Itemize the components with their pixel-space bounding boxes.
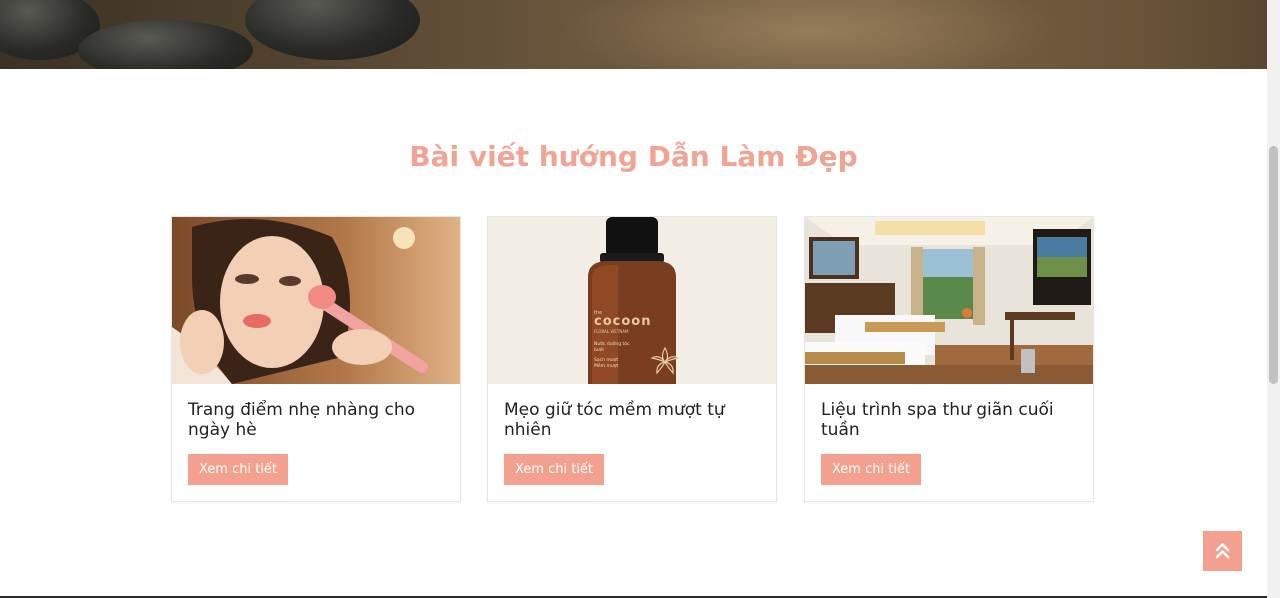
hero-stone [78, 20, 253, 69]
scrollbar-thumb[interactable] [1269, 146, 1278, 384]
post-image-hair-care[interactable]: the cocoon FLORAL VIETNAM Nước dưỡng tóc… [488, 217, 776, 384]
hero-image [0, 0, 1267, 69]
product-tagline-text: FLORAL VIETNAM [594, 329, 629, 334]
hotel-room-illustration [805, 217, 1093, 384]
makeup-portrait-illustration [172, 217, 460, 384]
back-to-top-button[interactable] [1203, 531, 1242, 571]
post-card: the cocoon FLORAL VIETNAM Nước dưỡng tóc… [487, 216, 777, 502]
hero-highlight [560, 0, 1060, 69]
double-chevron-up-icon [1215, 543, 1230, 559]
post-image-makeup[interactable] [172, 217, 460, 384]
post-title[interactable]: Mẹo giữ tóc mềm mượt tự nhiên [504, 400, 754, 440]
product-line-1: Nước dưỡng tóc [594, 340, 630, 347]
post-image-spa-room[interactable] [805, 217, 1093, 384]
post-title[interactable]: Trang điểm nhẹ nhàng cho ngày hè [188, 400, 438, 440]
view-details-button[interactable]: Xem chi tiết [821, 454, 921, 485]
hero-stone [245, 0, 420, 60]
post-card: Liệu trình spa thư giãn cuối tuần Xem ch… [804, 216, 1094, 502]
section-title: Bài viết hướng Dẫn Làm Đẹp [409, 140, 858, 173]
view-details-button[interactable]: Xem chi tiết [504, 454, 604, 485]
hair-product-illustration: the cocoon FLORAL VIETNAM Nước dưỡng tóc… [488, 217, 776, 384]
product-line-2: bưởi [594, 346, 604, 353]
scrollbar[interactable] [1267, 0, 1280, 598]
view-details-button[interactable]: Xem chi tiết [188, 454, 288, 485]
post-title[interactable]: Liệu trình spa thư giãn cuối tuần [821, 400, 1071, 440]
product-brand-text: cocoon [594, 314, 651, 329]
product-line-3: Sạch mượt [594, 357, 618, 363]
post-card: Trang điểm nhẹ nhàng cho ngày hè Xem chi… [171, 216, 461, 502]
